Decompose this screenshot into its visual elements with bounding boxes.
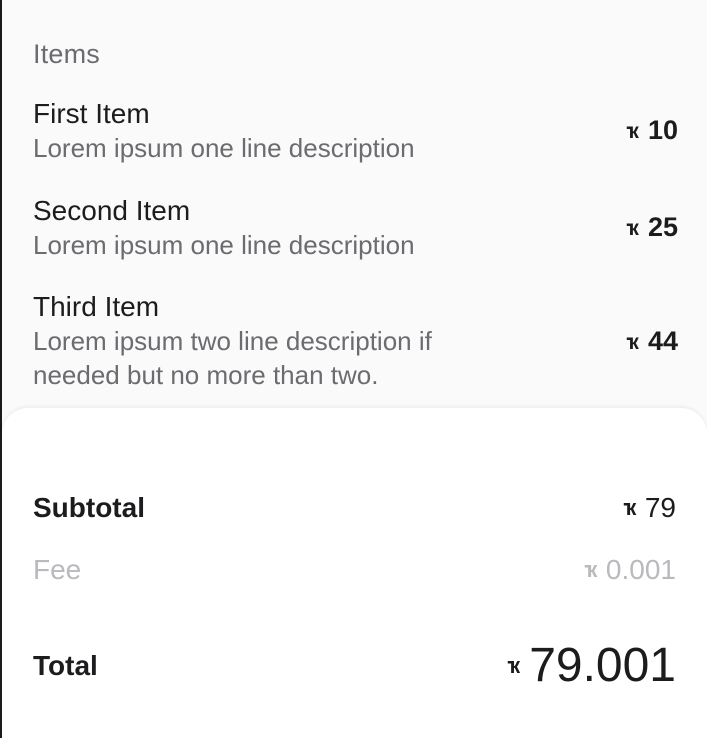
list-item[interactable]: First Item Lorem ipsum one line descript…	[33, 97, 678, 165]
item-price-value: 25	[647, 212, 678, 242]
currency-icon: ҡ	[507, 652, 521, 678]
subtotal-row: Subtotal ҡ 79	[33, 492, 676, 524]
summary-sheet: Subtotal ҡ 79 Fee ҡ 0.001 Total ҡ 79.001	[2, 408, 707, 738]
item-name: First Item	[33, 98, 150, 129]
list-item[interactable]: Third Item Lorem ipsum two line descript…	[33, 290, 678, 392]
item-price: ҡ 10	[626, 115, 678, 146]
item-price: ҡ 44	[626, 326, 678, 357]
items-section: Items First Item Lorem ipsum one line de…	[2, 0, 707, 430]
currency-icon: ҡ	[623, 495, 637, 520]
fee-row: Fee ҡ 0.001	[33, 554, 676, 586]
total-amount: 79.001	[529, 639, 676, 692]
item-price-value: 10	[647, 115, 678, 145]
subtotal-label: Subtotal	[33, 492, 145, 523]
item-name: Second Item	[33, 195, 191, 226]
item-price-value: 44	[647, 326, 678, 356]
fee-value: ҡ 0.001	[584, 554, 676, 586]
total-label: Total	[33, 649, 98, 681]
subtotal-value: ҡ 79	[623, 492, 676, 524]
fee-label: Fee	[33, 554, 82, 585]
item-name: Third Item	[33, 291, 160, 322]
currency-icon: ҡ	[584, 557, 598, 582]
currency-icon: ҡ	[626, 117, 640, 143]
section-title: Items	[33, 39, 101, 69]
item-description: Lorem ipsum one line description	[33, 133, 415, 163]
currency-icon: ҡ	[626, 214, 640, 240]
item-price: ҡ 25	[626, 212, 678, 243]
list-item[interactable]: Second Item Lorem ipsum one line descrip…	[33, 194, 678, 262]
fee-amount: 0.001	[605, 554, 676, 585]
currency-icon: ҡ	[626, 328, 640, 354]
item-description: Lorem ipsum two line description if need…	[33, 326, 432, 390]
checkout-screen: Items First Item Lorem ipsum one line de…	[0, 0, 707, 738]
subtotal-amount: 79	[644, 492, 676, 523]
total-value: ҡ 79.001	[507, 638, 676, 693]
total-row: Total ҡ 79.001	[33, 638, 676, 693]
item-description: Lorem ipsum one line description	[33, 230, 415, 260]
